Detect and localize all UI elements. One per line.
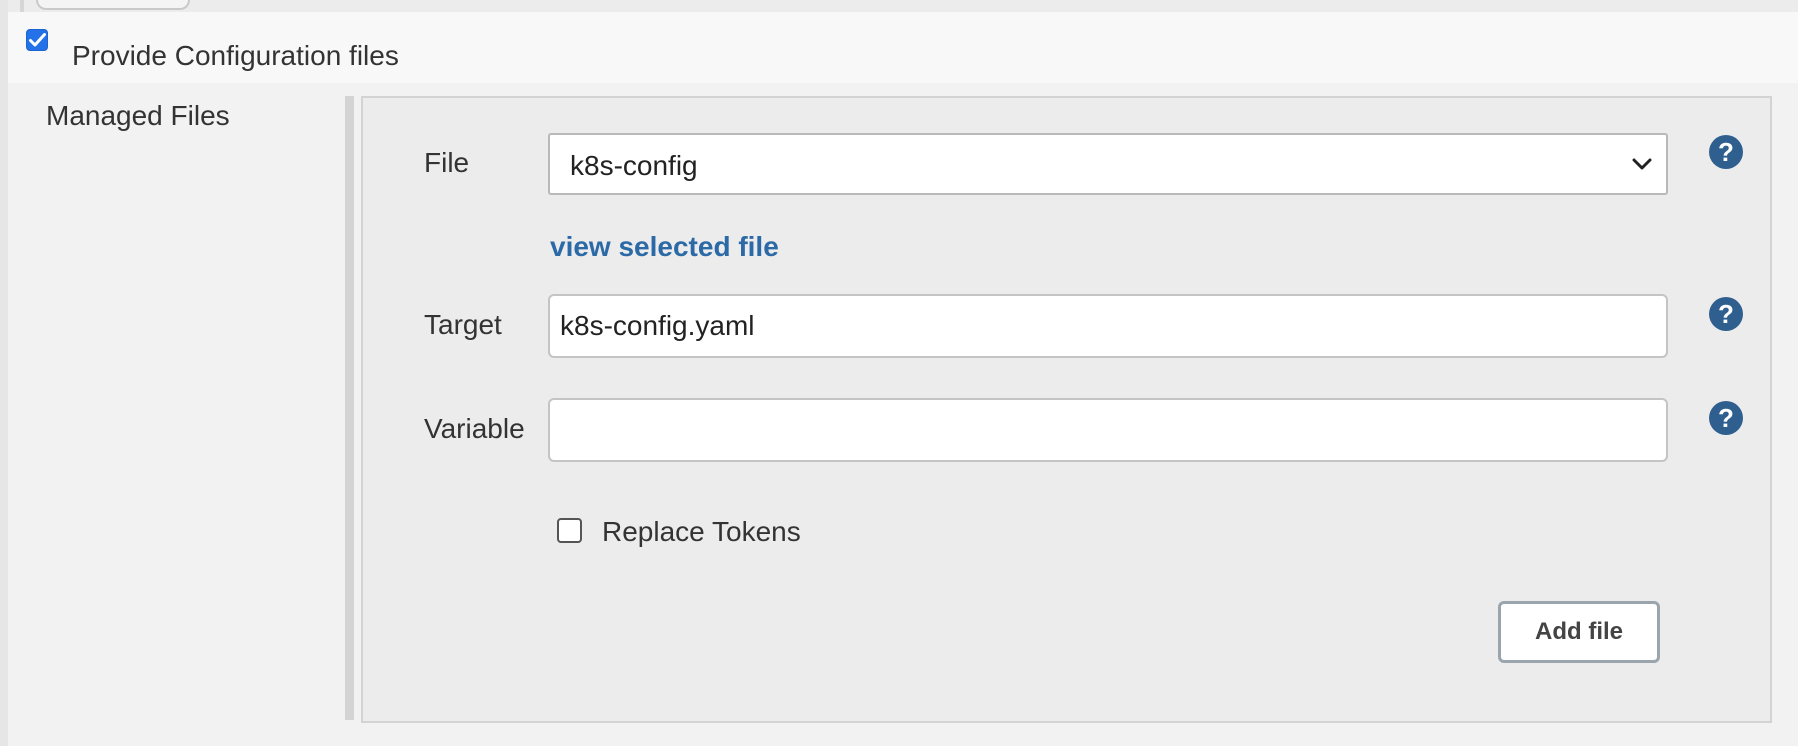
view-selected-file-link[interactable]: view selected file bbox=[550, 231, 779, 263]
variable-help-icon[interactable]: ? bbox=[1709, 401, 1743, 435]
left-edge-strip bbox=[0, 0, 8, 746]
page: Provide Configuration files Managed File… bbox=[0, 0, 1798, 746]
target-input[interactable] bbox=[548, 294, 1668, 358]
top-bar bbox=[8, 0, 1798, 12]
managed-files-label: Managed Files bbox=[46, 100, 230, 131]
provide-config-files-checkbox[interactable] bbox=[26, 29, 48, 51]
file-select-value: k8s-config bbox=[570, 150, 698, 181]
replace-tokens-label: Replace Tokens bbox=[602, 516, 801, 547]
provide-config-files-label: Provide Configuration files bbox=[72, 40, 399, 71]
target-help-icon[interactable]: ? bbox=[1709, 297, 1743, 331]
target-field-label: Target bbox=[424, 309, 502, 340]
variable-field-label: Variable bbox=[424, 413, 525, 444]
chevron-down-icon bbox=[1632, 157, 1652, 176]
file-help-icon[interactable]: ? bbox=[1709, 135, 1743, 169]
provide-config-files-row: Provide Configuration files bbox=[8, 12, 1798, 83]
checkmark-icon bbox=[29, 33, 46, 47]
top-divider-mark bbox=[20, 0, 24, 12]
add-file-button[interactable]: Add file bbox=[1498, 601, 1660, 663]
file-field-label: File bbox=[424, 147, 470, 178]
variable-input[interactable] bbox=[548, 398, 1668, 462]
replace-tokens-checkbox[interactable] bbox=[557, 518, 582, 543]
file-select[interactable]: k8s-config bbox=[548, 133, 1668, 195]
collapsed-tab-edge[interactable] bbox=[36, 0, 190, 10]
section-divider-bar bbox=[345, 96, 354, 720]
